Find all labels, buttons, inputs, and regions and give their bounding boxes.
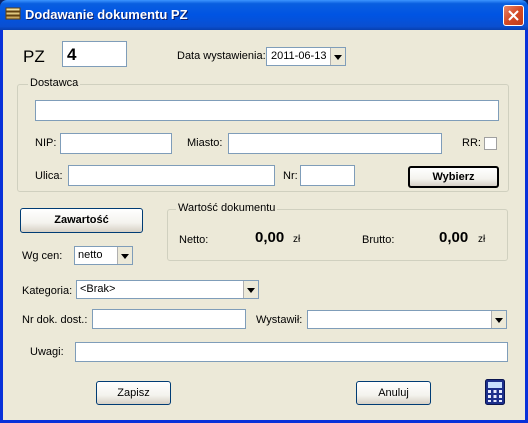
- date-value: 2011-06-13: [271, 50, 327, 62]
- category-select[interactable]: <Brak>: [76, 280, 259, 299]
- rr-checkbox[interactable]: [484, 137, 497, 150]
- category-value: <Brak>: [80, 283, 116, 295]
- chevron-down-icon: [247, 287, 255, 293]
- chevron-down-icon: [495, 317, 503, 323]
- price-type-select[interactable]: netto: [74, 246, 133, 265]
- notes-field[interactable]: [75, 342, 508, 362]
- close-icon: [508, 10, 519, 21]
- rr-label: RR:: [462, 137, 481, 149]
- calculator-button[interactable]: [485, 379, 505, 405]
- pz-label: PZ: [23, 47, 45, 66]
- pz-number-field[interactable]: 4: [62, 41, 127, 67]
- chevron-down-icon: [121, 253, 129, 259]
- dialog-client-area: PZ 4 Data wystawienia: 2011-06-13 Dostaw…: [3, 30, 525, 420]
- chevron-down-icon: [334, 54, 342, 60]
- price-type-value: netto: [78, 249, 103, 261]
- date-picker[interactable]: 2011-06-13: [266, 47, 346, 66]
- document-stack-icon: [5, 7, 21, 21]
- window-title: Dodawanie dokumentu PZ: [25, 7, 188, 22]
- issuer-dropdown-button[interactable]: [491, 311, 506, 328]
- cancel-button[interactable]: Anuluj: [356, 381, 431, 405]
- dialog-window: Dodawanie dokumentu PZ PZ 4 Data wystawi…: [0, 0, 528, 423]
- city-label: Miasto:: [187, 137, 223, 149]
- save-button[interactable]: Zapisz: [96, 381, 171, 405]
- price-label: Wg cen:: [22, 250, 63, 262]
- doc-number-label: Nr dok. dost.:: [22, 314, 88, 326]
- street-label: Ulica:: [35, 170, 63, 182]
- value-group-title: Wartość dokumentu: [176, 202, 278, 214]
- gross-amount: 0,00: [439, 229, 469, 246]
- city-field[interactable]: [228, 133, 442, 154]
- nip-field[interactable]: [60, 133, 172, 154]
- choose-supplier-button[interactable]: Wybierz: [408, 166, 499, 188]
- notes-label: Uwagi:: [30, 346, 64, 358]
- nip-label: NIP:: [35, 137, 57, 149]
- close-button[interactable]: [503, 5, 524, 26]
- supplier-group-title: Dostawca: [28, 77, 81, 89]
- street-field[interactable]: [68, 165, 275, 186]
- issuer-label: Wystawił:: [256, 314, 303, 326]
- category-dropdown-button[interactable]: [243, 281, 258, 298]
- net-amount: 0,00: [255, 229, 285, 246]
- contents-button[interactable]: Zawartość: [20, 208, 143, 233]
- gross-label: Brutto:: [362, 234, 395, 246]
- date-dropdown-button[interactable]: [330, 48, 345, 65]
- issuer-select[interactable]: [307, 310, 507, 329]
- nr-field[interactable]: [300, 165, 355, 186]
- price-dropdown-button[interactable]: [117, 247, 132, 264]
- doc-number-field[interactable]: [92, 309, 246, 329]
- gross-unit: zł: [478, 234, 486, 245]
- date-label: Data wystawienia:: [177, 50, 266, 62]
- title-bar[interactable]: Dodawanie dokumentu PZ: [0, 0, 528, 30]
- nr-label: Nr:: [283, 170, 298, 182]
- supplier-name-field[interactable]: [35, 100, 499, 121]
- net-label: Netto:: [179, 234, 209, 246]
- category-label: Kategoria:: [22, 285, 73, 297]
- calculator-icon: [485, 379, 505, 405]
- net-unit: zł: [293, 234, 301, 245]
